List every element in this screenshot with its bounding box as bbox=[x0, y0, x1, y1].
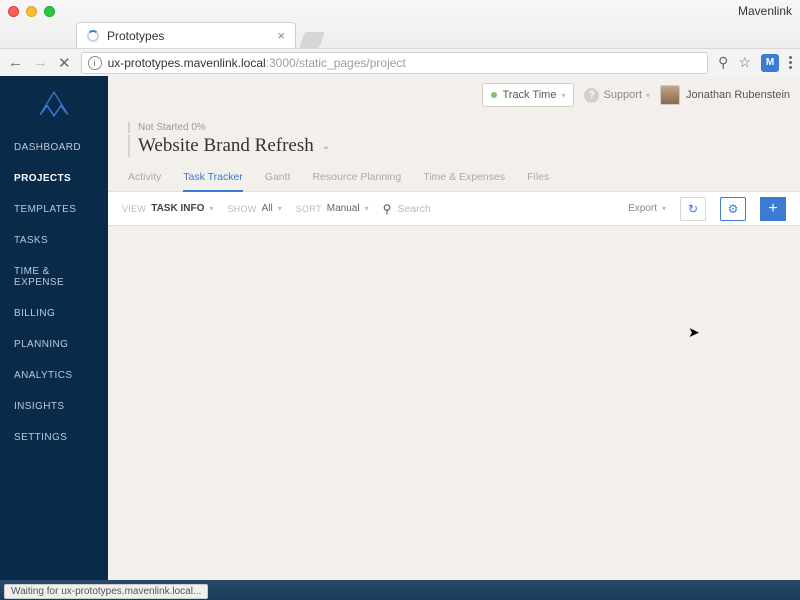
app-logo[interactable] bbox=[0, 76, 108, 132]
mouse-cursor-icon: ➤ bbox=[688, 324, 700, 341]
sidebar-item-projects[interactable]: PROJECTS bbox=[0, 163, 108, 194]
project-status: Not Started 0% bbox=[128, 122, 780, 133]
close-tab-button[interactable]: × bbox=[277, 28, 285, 43]
browser-tab[interactable]: Prototypes × bbox=[76, 22, 296, 48]
chevron-down-icon: ▾ bbox=[646, 91, 650, 100]
maximize-window-button[interactable] bbox=[44, 6, 55, 17]
bookmark-star-icon[interactable]: ☆ bbox=[738, 54, 751, 71]
sort-label: SORT bbox=[296, 204, 322, 214]
app-shell: DASHBOARD PROJECTS TEMPLATES TASKS TIME … bbox=[0, 76, 800, 580]
browser-tabstrip: Prototypes × bbox=[0, 22, 800, 48]
zoom-icon[interactable]: ⚲ bbox=[718, 54, 728, 71]
mavenlink-logo-icon bbox=[37, 87, 71, 121]
search-icon[interactable]: ⚲ bbox=[383, 202, 392, 216]
tab-activity[interactable]: Activity bbox=[128, 171, 161, 191]
traffic-lights bbox=[8, 6, 55, 17]
chevron-down-icon: ▾ bbox=[561, 91, 565, 100]
url-host: ux-prototypes.mavenlink.local bbox=[108, 56, 266, 70]
sidebar: DASHBOARD PROJECTS TEMPLATES TASKS TIME … bbox=[0, 76, 108, 580]
plus-icon: + bbox=[768, 200, 777, 218]
project-subtabs: Activity Task Tracker Gantt Resource Pla… bbox=[108, 157, 800, 192]
search-input[interactable] bbox=[397, 203, 517, 215]
browser-status-bar: Waiting for ux-prototypes.mavenlink.loca… bbox=[4, 584, 208, 599]
minimize-window-button[interactable] bbox=[26, 6, 37, 17]
show-label: SHOW bbox=[227, 204, 256, 214]
project-header: Not Started 0% Website Brand Refresh ⌄ bbox=[108, 114, 800, 157]
export-menu[interactable]: Export ▾ bbox=[628, 203, 666, 214]
settings-view-button[interactable]: ⚙ bbox=[720, 197, 746, 221]
browser-toolbar: ← → ✕ i ux-prototypes.mavenlink.local:30… bbox=[0, 48, 800, 76]
filter-bar: VIEW TASK INFO ▾ SHOW All ▾ SORT Manual … bbox=[108, 192, 800, 226]
refresh-icon: ↻ bbox=[688, 202, 698, 216]
sort-value: Manual bbox=[327, 203, 360, 214]
app-topbar: Track Time ▾ ? Support ▾ Jonathan Rubens… bbox=[108, 76, 800, 114]
sidebar-item-planning[interactable]: PLANNING bbox=[0, 329, 108, 360]
sidebar-item-templates[interactable]: TEMPLATES bbox=[0, 194, 108, 225]
tab-time-expenses[interactable]: Time & Expenses bbox=[423, 171, 505, 191]
refresh-button[interactable]: ↻ bbox=[680, 197, 706, 221]
user-name: Jonathan Rubenstein bbox=[686, 89, 790, 101]
forward-button[interactable]: → bbox=[33, 54, 48, 71]
window-titlebar: Mavenlink bbox=[0, 0, 800, 22]
support-label: Support bbox=[603, 89, 642, 101]
view-value: TASK INFO bbox=[151, 203, 204, 214]
add-task-button[interactable]: + bbox=[760, 197, 786, 221]
url-text: ux-prototypes.mavenlink.local:3000/stati… bbox=[108, 56, 406, 70]
menubar-app-name: Mavenlink bbox=[738, 4, 792, 18]
main-panel: Track Time ▾ ? Support ▾ Jonathan Rubens… bbox=[108, 76, 800, 580]
project-title: Website Brand Refresh bbox=[138, 135, 314, 157]
extension-icon[interactable]: M bbox=[761, 54, 779, 72]
chevron-down-icon: ▾ bbox=[209, 204, 213, 213]
browser-menu-button[interactable] bbox=[789, 56, 792, 69]
chevron-down-icon: ▾ bbox=[662, 204, 666, 213]
sidebar-item-billing[interactable]: BILLING bbox=[0, 298, 108, 329]
loading-spinner-icon bbox=[87, 30, 99, 42]
view-selector[interactable]: VIEW TASK INFO ▾ bbox=[122, 203, 213, 214]
task-canvas: ➤ bbox=[108, 226, 800, 580]
stop-reload-button[interactable]: ✕ bbox=[58, 54, 71, 72]
sliders-icon: ⚙ bbox=[728, 202, 739, 216]
sidebar-item-tasks[interactable]: TASKS bbox=[0, 225, 108, 256]
tab-task-tracker[interactable]: Task Tracker bbox=[183, 171, 243, 191]
help-icon: ? bbox=[584, 88, 599, 103]
tab-title: Prototypes bbox=[107, 29, 277, 43]
track-time-button[interactable]: Track Time ▾ bbox=[482, 83, 574, 107]
sidebar-item-time-expense[interactable]: TIME & EXPENSE bbox=[0, 256, 108, 298]
track-time-label: Track Time bbox=[502, 89, 556, 101]
sidebar-item-settings[interactable]: SETTINGS bbox=[0, 422, 108, 453]
user-menu[interactable]: Jonathan Rubenstein bbox=[660, 85, 790, 105]
sort-selector[interactable]: SORT Manual ▾ bbox=[296, 203, 369, 214]
close-window-button[interactable] bbox=[8, 6, 19, 17]
search-wrap: ⚲ bbox=[383, 202, 614, 216]
address-bar[interactable]: i ux-prototypes.mavenlink.local:3000/sta… bbox=[81, 52, 709, 74]
sidebar-item-insights[interactable]: INSIGHTS bbox=[0, 391, 108, 422]
browser-chrome: Mavenlink Prototypes × ← → ✕ i ux-protot… bbox=[0, 0, 800, 76]
support-menu[interactable]: ? Support ▾ bbox=[584, 88, 650, 103]
url-path: :3000/static_pages/project bbox=[266, 56, 406, 70]
chevron-down-icon: ▾ bbox=[278, 204, 282, 213]
project-title-row[interactable]: Website Brand Refresh ⌄ bbox=[128, 135, 780, 157]
tab-gantt[interactable]: Gantt bbox=[265, 171, 291, 191]
export-label: Export bbox=[628, 203, 657, 214]
tab-files[interactable]: Files bbox=[527, 171, 549, 191]
chevron-down-icon: ▾ bbox=[365, 204, 369, 213]
sidebar-item-analytics[interactable]: ANALYTICS bbox=[0, 360, 108, 391]
avatar bbox=[660, 85, 680, 105]
tab-resource-planning[interactable]: Resource Planning bbox=[312, 171, 401, 191]
show-selector[interactable]: SHOW All ▾ bbox=[227, 203, 281, 214]
back-button[interactable]: ← bbox=[8, 54, 23, 71]
site-info-icon[interactable]: i bbox=[88, 56, 102, 70]
chevron-down-icon: ⌄ bbox=[322, 141, 330, 152]
record-dot-icon bbox=[491, 92, 497, 98]
new-tab-button[interactable] bbox=[299, 32, 325, 48]
show-value: All bbox=[262, 203, 273, 214]
sidebar-nav: DASHBOARD PROJECTS TEMPLATES TASKS TIME … bbox=[0, 132, 108, 453]
sidebar-item-dashboard[interactable]: DASHBOARD bbox=[0, 132, 108, 163]
view-label: VIEW bbox=[122, 204, 146, 214]
